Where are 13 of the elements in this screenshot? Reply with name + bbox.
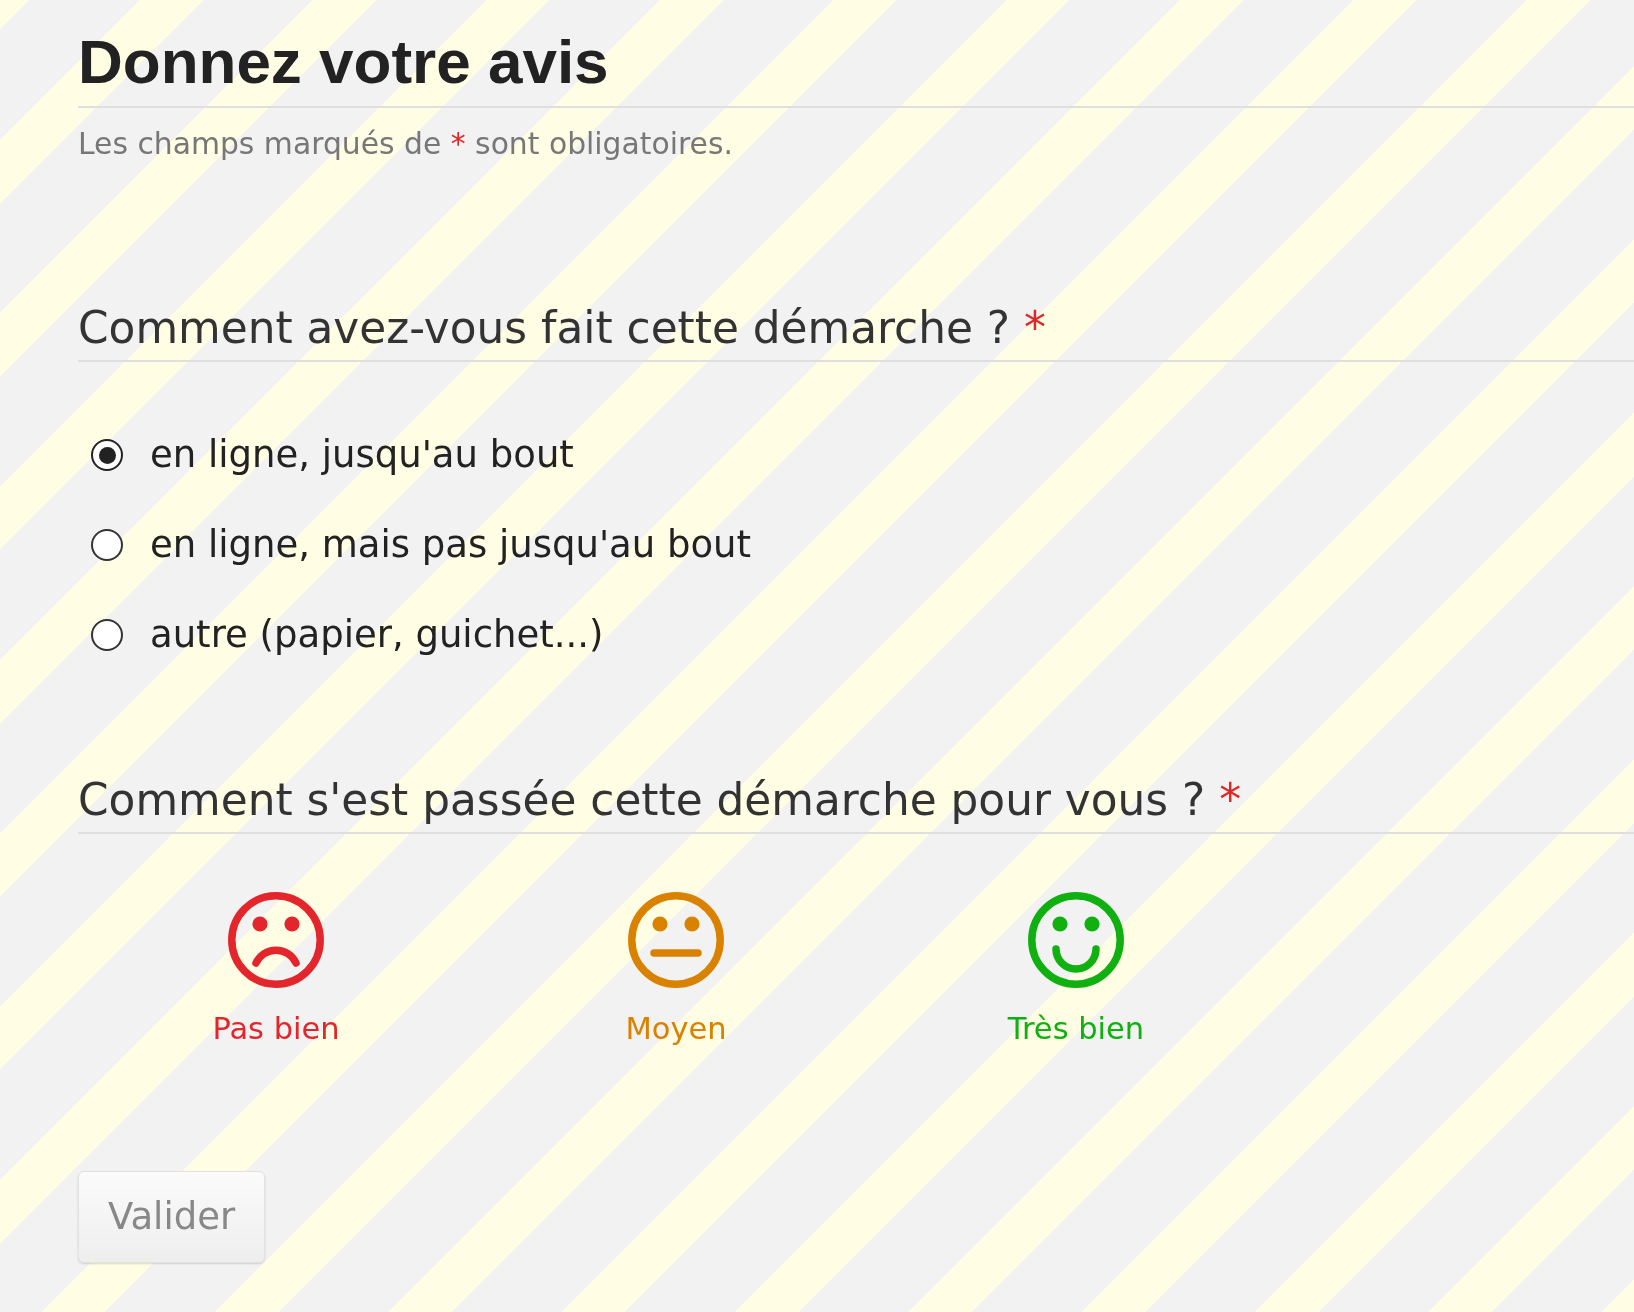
radio-button[interactable] <box>91 439 123 471</box>
question-heading: Comment avez-vous fait cette démarche ? * <box>78 301 1046 355</box>
radio-label[interactable]: en ligne, jusqu'au bout <box>150 431 574 479</box>
rating-option[interactable]: Très bien <box>1007 892 1145 1049</box>
radio-button[interactable] <box>91 619 123 651</box>
radio-label[interactable]: autre (papier, guichet...) <box>150 611 604 659</box>
rating-option[interactable]: Moyen <box>625 892 727 1049</box>
radio-button[interactable] <box>91 529 123 561</box>
rating-option[interactable]: Pas bien <box>212 892 340 1049</box>
required-fields-note: Les champs marqués de * sont obligatoires. <box>78 125 733 163</box>
question-heading: Comment s'est passée cette démarche pour vous ? * <box>78 773 1242 827</box>
radio-label[interactable]: en ligne, mais pas jusqu'au bout <box>150 521 752 569</box>
page-title: Donnez votre avis <box>78 26 609 98</box>
